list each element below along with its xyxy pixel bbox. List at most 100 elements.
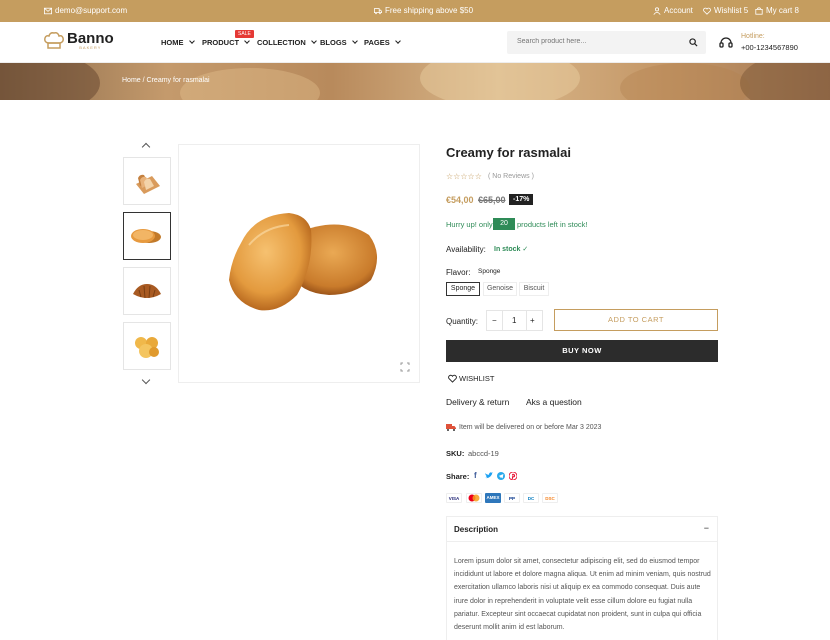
chevron-down-icon [394, 38, 401, 44]
wishlist-label: WISHLIST [459, 374, 495, 383]
topbar-shipping-text: Free shipping above $50 [385, 6, 474, 15]
banner-texture [620, 63, 750, 100]
nav-collection[interactable]: COLLECTION [257, 38, 317, 47]
quantity-plus-button[interactable]: + [530, 316, 535, 325]
pinterest-icon[interactable] [509, 472, 517, 480]
review-count[interactable]: ( No Reviews ) [488, 173, 534, 180]
visa-icon: VISA [446, 493, 462, 503]
quantity-label: Quantity: [446, 317, 479, 326]
banner-texture [740, 63, 830, 100]
nav-pages-label: PAGES [364, 38, 390, 47]
heart-icon [703, 7, 711, 15]
chevron-down-icon [188, 38, 195, 44]
mastercard-icon [466, 493, 482, 503]
nav-collection-label: COLLECTION [257, 38, 306, 47]
main-header: Banno BAKERY HOME PRODUCT SALE COLLECTIO… [0, 22, 830, 63]
rusk-cookies-image [131, 229, 161, 243]
chevron-down-icon [351, 38, 358, 44]
current-price: €54,00 [446, 195, 474, 205]
ask-question-link[interactable]: Aks a question [526, 397, 582, 407]
heart-icon [448, 374, 457, 383]
share-label: Share: [446, 472, 470, 481]
check-icon: ✓ [522, 246, 529, 253]
availability-label: Availability: [446, 245, 486, 254]
main-product-image[interactable] [178, 144, 420, 383]
flavor-selected: Sponge [478, 268, 501, 275]
quantity-stepper: − 1 + [486, 310, 543, 331]
amex-icon: AMEX [485, 493, 501, 503]
banner-texture [420, 63, 580, 100]
stock-prefix: Hurry up! only [446, 220, 493, 229]
nav-blogs-label: BLOGS [320, 38, 347, 47]
nav-product[interactable]: PRODUCT [202, 38, 250, 47]
delivery-return-link[interactable]: Delivery & return [446, 397, 509, 407]
breadcrumb: Home / Creamy for rasmalai [122, 77, 210, 84]
thumbnail-3[interactable] [123, 267, 171, 315]
pastries-image [135, 337, 159, 358]
stock-count-badge: 20 [493, 218, 515, 230]
wishlist-button[interactable]: WISHLIST [448, 374, 494, 383]
nav-home[interactable]: HOME [161, 38, 195, 47]
search-icon[interactable] [689, 38, 698, 47]
nav-home-label: HOME [161, 38, 184, 47]
topbar-account[interactable]: Account [653, 6, 693, 15]
search-input[interactable] [517, 38, 677, 45]
thumbnail-2[interactable] [123, 212, 171, 260]
topbar-cart[interactable]: My cart 8 [755, 6, 799, 15]
availability-text: In stock [494, 246, 521, 253]
collapse-icon[interactable]: − [704, 523, 709, 533]
thumbnail-next-arrow-icon[interactable] [141, 375, 151, 385]
logo[interactable]: Banno BAKERY [44, 30, 114, 50]
add-to-cart-button[interactable]: ADD TO CART [554, 309, 718, 331]
search-box [507, 31, 706, 54]
discover-icon: DSC [542, 493, 558, 503]
breadcrumb-current: Creamy for rasmalai [146, 77, 210, 84]
topbar-account-label: Account [664, 6, 693, 15]
nav-pages[interactable]: PAGES [364, 38, 401, 47]
flavor-option-sponge[interactable]: Sponge [446, 282, 480, 296]
thumbnail-1[interactable] [123, 157, 171, 205]
quantity-minus-button[interactable]: − [492, 316, 497, 325]
breadcrumb-separator: / [142, 77, 145, 84]
thumbnail-4[interactable] [123, 322, 171, 370]
flavor-option-genoise[interactable]: Genoise [483, 282, 517, 296]
croissant-image [133, 284, 161, 299]
chevron-down-icon [310, 38, 317, 44]
banner-texture [0, 63, 100, 100]
description-text: Lorem ipsum dolor sit amet, consectetur … [454, 558, 711, 632]
thumbnail-prev-arrow-icon[interactable] [141, 142, 151, 152]
topbar-email[interactable]: demo@support.com [44, 6, 127, 15]
stock-suffix: products left in stock! [517, 220, 588, 229]
description-header[interactable]: Description − [447, 517, 717, 542]
nav-blogs[interactable]: BLOGS [320, 38, 358, 47]
quantity-value[interactable]: 1 [512, 316, 516, 325]
mail-icon [44, 7, 52, 14]
delivery-text: Item will be delivered on or before Mar … [459, 423, 602, 431]
product-title: Creamy for rasmalai [446, 145, 572, 160]
discount-badge: -17% [509, 194, 534, 205]
diners-club-icon: DC [523, 493, 539, 503]
chevron-down-icon [244, 38, 250, 44]
logo-name: Banno [67, 30, 114, 47]
top-bar: demo@support.com Free shipping above $50… [0, 0, 830, 22]
sku-value: abccd-19 [468, 449, 499, 458]
topbar-wishlist-label: Wishlist 5 [714, 6, 749, 15]
description-panel: Description − Lorem ipsum dolor sit amet… [446, 516, 718, 640]
user-icon [653, 6, 661, 15]
topbar-shipping: Free shipping above $50 [374, 6, 473, 15]
topbar-wishlist[interactable]: Wishlist 5 [703, 6, 748, 15]
description-title: Description [454, 525, 499, 534]
hotline-number[interactable]: +00-1234567890 [741, 43, 798, 52]
buy-now-button[interactable]: BUY NOW [446, 340, 718, 362]
facebook-icon[interactable]: f [474, 471, 477, 480]
hotline-label: Hotline: [741, 33, 765, 40]
fullscreen-icon[interactable] [400, 362, 410, 372]
topbar-email-text: demo@support.com [55, 6, 128, 15]
delivery-note: Item will be delivered on or before Mar … [446, 423, 601, 431]
truck-icon [374, 7, 382, 14]
stepper-divider [502, 311, 503, 330]
twitter-icon[interactable] [485, 472, 493, 479]
flavor-option-biscuit[interactable]: Biscuit [519, 282, 549, 296]
telegram-icon[interactable] [497, 472, 505, 480]
breadcrumb-home[interactable]: Home [122, 77, 141, 84]
